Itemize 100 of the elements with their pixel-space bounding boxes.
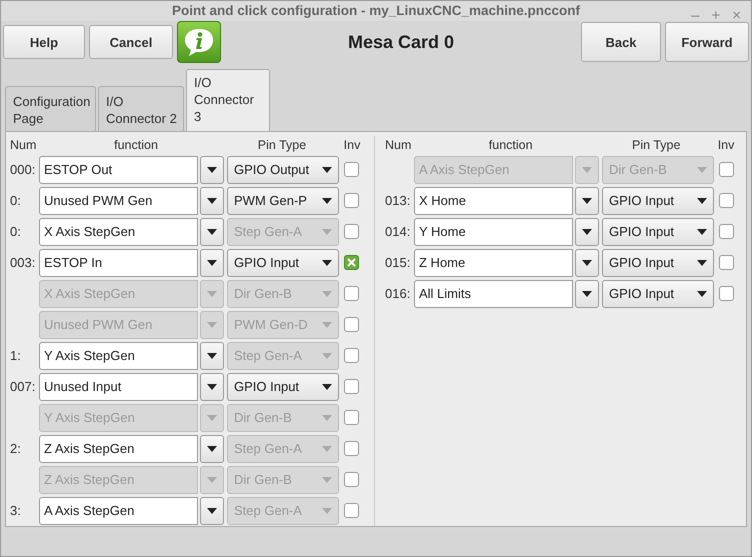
function-field[interactable]: Y Axis StepGen [39, 342, 198, 370]
dropdown-arrow-icon [207, 228, 217, 235]
pin-type-dropdown[interactable]: GPIO Input [602, 280, 714, 308]
dropdown-button[interactable] [200, 372, 224, 401]
pin-type-dropdown[interactable]: GPIO Input [602, 248, 714, 277]
dropdown-button[interactable] [200, 434, 224, 463]
dropdown-arrow-icon [697, 290, 707, 297]
tab[interactable]: I/O Connector 2 [98, 86, 184, 132]
info-icon [182, 26, 216, 58]
cancel-button[interactable]: Cancel [89, 25, 173, 60]
invert-checkbox[interactable] [344, 224, 359, 240]
function-field[interactable]: Y Home [414, 218, 573, 246]
column-header: function [113, 137, 159, 154]
dropdown-arrow-icon [697, 198, 707, 204]
dropdown-button[interactable] [575, 280, 599, 308]
invert-checkbox[interactable] [719, 162, 734, 178]
invert-checkbox[interactable] [344, 317, 359, 332]
info-button[interactable] [177, 21, 221, 64]
invert-checkbox[interactable] [344, 441, 359, 456]
function-field[interactable]: A Axis StepGen [39, 496, 198, 525]
dropdown-arrow-icon [322, 414, 332, 421]
pin-number: 007: [10, 378, 36, 396]
check-mark-icon [347, 258, 356, 268]
function-field[interactable]: X Axis StepGen [39, 218, 198, 246]
invert-checkbox[interactable] [719, 224, 734, 240]
pin-number: 015: [385, 254, 412, 272]
column-header: Pin Type [631, 137, 682, 154]
dropdown-arrow-icon [207, 198, 217, 204]
dropdown-arrow-icon [322, 322, 332, 328]
dropdown-button[interactable] [575, 248, 599, 277]
dropdown-arrow-icon [207, 414, 217, 421]
tab[interactable]: Configuration Page [5, 86, 96, 132]
pin-type-dropdown[interactable]: GPIO Input [227, 248, 339, 277]
dropdown-arrow-icon [207, 352, 217, 359]
dropdown-arrow-icon [582, 198, 592, 204]
invert-checkbox[interactable] [344, 193, 359, 208]
dropdown-button[interactable] [200, 342, 224, 370]
function-field[interactable]: Unused PWM Gen [39, 186, 198, 215]
dropdown-arrow-icon [322, 228, 332, 235]
invert-checkbox[interactable] [344, 162, 359, 178]
dropdown-arrow-icon [322, 352, 332, 359]
back-button[interactable]: Back [581, 22, 661, 62]
invert-checkbox[interactable] [344, 348, 359, 364]
pin-type-dropdown[interactable]: GPIO Input [227, 372, 339, 401]
dropdown-arrow-icon [582, 166, 592, 173]
function-field[interactable]: Unused Input [39, 372, 198, 401]
tab[interactable]: I/O Connector 3 [186, 69, 270, 132]
pin-type-dropdown[interactable]: PWM Gen-P [227, 186, 339, 215]
dropdown-arrow-icon [207, 260, 217, 266]
dropdown-button[interactable] [200, 156, 224, 184]
column-header: Num [385, 137, 412, 154]
column-header: Inv [342, 137, 362, 154]
dropdown-button[interactable] [200, 496, 224, 525]
forward-button[interactable]: Forward [665, 22, 749, 62]
function-field[interactable]: Z Home [414, 248, 573, 277]
dropdown-arrow-icon [582, 260, 592, 266]
function-field[interactable]: Z Axis StepGen [39, 434, 198, 463]
dropdown-arrow-icon [322, 166, 332, 173]
dropdown-arrow-icon [207, 446, 217, 452]
pin-number: 016: [385, 285, 412, 303]
pin-type-dropdown[interactable]: GPIO Input [602, 218, 714, 246]
pin-number: 3: [10, 502, 22, 520]
invert-checkbox[interactable] [719, 193, 734, 208]
dropdown-arrow-icon [207, 476, 217, 483]
invert-checkbox[interactable] [344, 255, 359, 270]
dropdown-arrow-icon [697, 228, 707, 235]
invert-checkbox[interactable] [344, 286, 359, 302]
invert-checkbox[interactable] [719, 286, 734, 302]
pin-number: 0: [10, 223, 22, 241]
invert-checkbox[interactable] [344, 503, 359, 518]
pin-type-dropdown[interactable]: GPIO Input [602, 186, 714, 215]
pin-number: 0: [10, 192, 22, 210]
pin-type-dropdown[interactable]: GPIO Output [227, 156, 339, 184]
page-heading: Mesa Card 0 [346, 30, 456, 54]
dropdown-button[interactable] [200, 218, 224, 246]
invert-checkbox[interactable] [344, 379, 359, 394]
column-header: function [488, 137, 534, 154]
function-field[interactable]: ESTOP In [39, 248, 198, 277]
dropdown-arrow-icon [207, 166, 217, 173]
dropdown-button[interactable] [575, 186, 599, 215]
invert-checkbox[interactable] [344, 410, 359, 426]
dropdown-button[interactable] [575, 218, 599, 246]
pin-number: 000: [10, 161, 36, 179]
pin-number: 013: [385, 192, 412, 210]
column-header: Pin Type [256, 137, 308, 154]
dropdown-arrow-icon [322, 476, 332, 483]
help-button[interactable]: Help [3, 25, 85, 60]
function-field[interactable]: X Home [414, 186, 573, 215]
invert-checkbox[interactable] [344, 472, 359, 488]
dropdown-button[interactable] [200, 248, 224, 277]
pin-number: 003: [10, 254, 36, 272]
dropdown-arrow-icon [207, 322, 217, 328]
dropdown-button[interactable] [200, 186, 224, 215]
column-header: Inv [716, 137, 736, 154]
pin-number: 2: [10, 440, 22, 458]
dropdown-arrow-icon [582, 228, 592, 235]
invert-checkbox[interactable] [719, 255, 734, 270]
function-field[interactable]: All Limits [414, 280, 573, 308]
function-field[interactable]: ESTOP Out [39, 156, 198, 184]
window-title: Point and click configuration - my_LinuxCNC_machine.pncconf [172, 2, 580, 20]
